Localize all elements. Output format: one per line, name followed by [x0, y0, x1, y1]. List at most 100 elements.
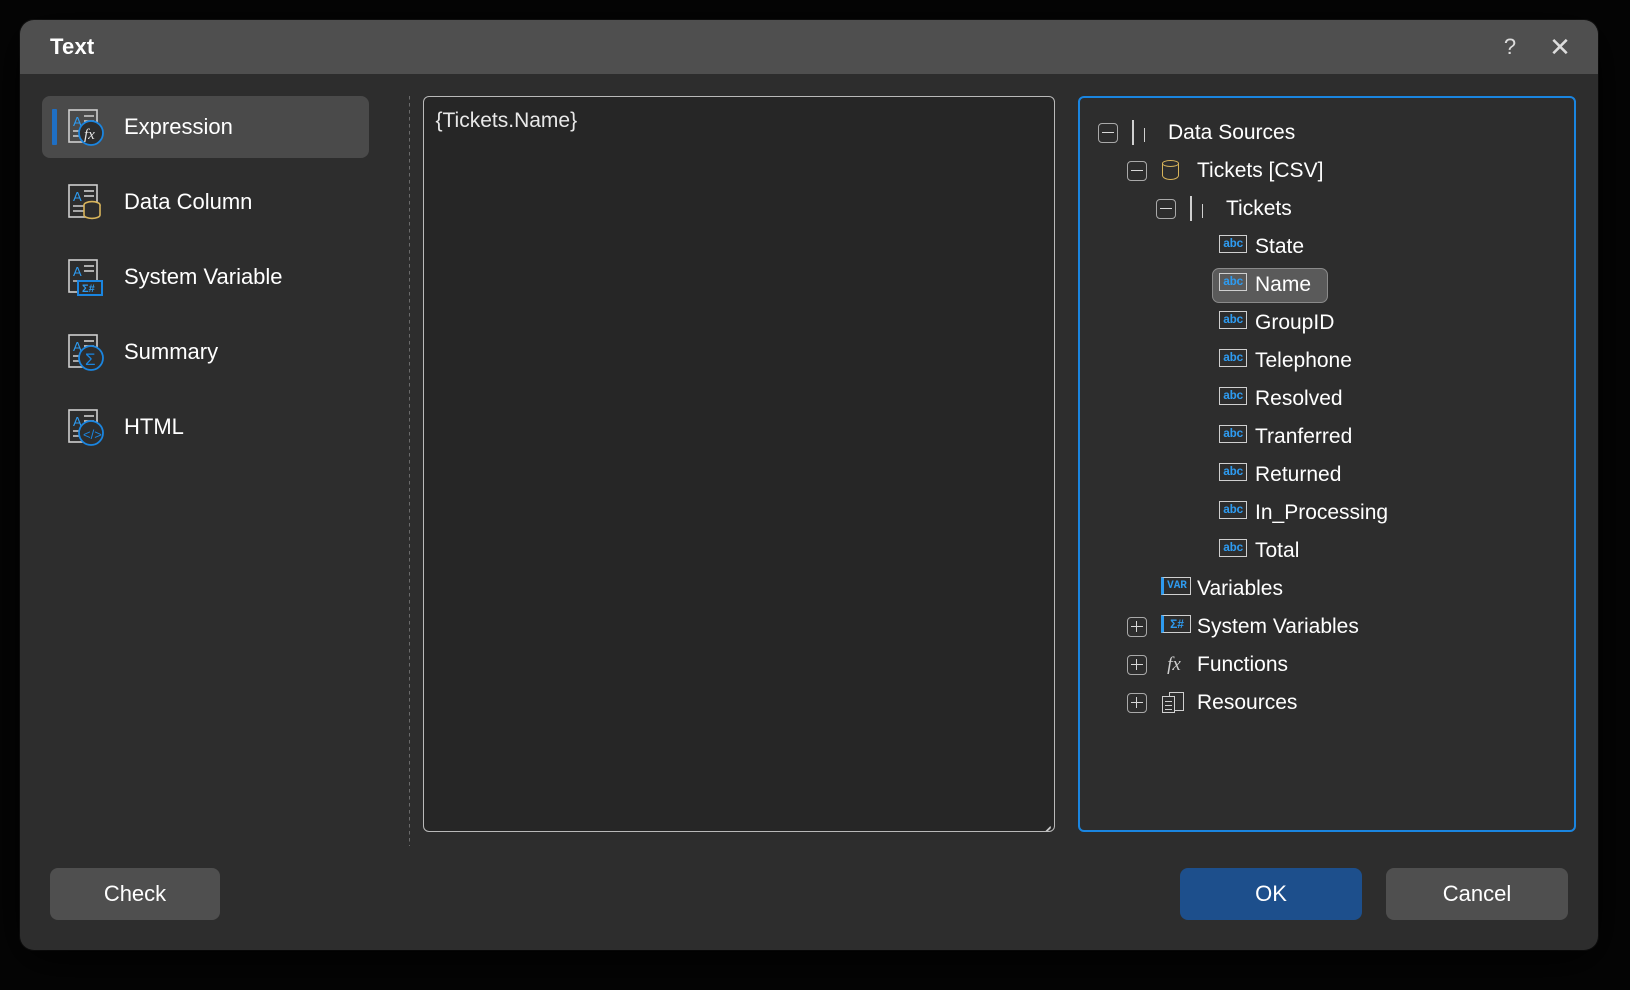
svg-text:A: A [73, 189, 82, 204]
data-column-icon: A [64, 179, 110, 225]
abc-field-icon: abc [1219, 235, 1247, 259]
abc-field-icon: abc [1219, 501, 1247, 525]
sidebar-item-data-column[interactable]: A Data Column [42, 171, 369, 233]
sidebar-item-label: Data Column [124, 189, 253, 214]
sidebar-item-html[interactable]: A </> HTML [42, 396, 369, 458]
abc-field-icon: abc [1219, 273, 1247, 297]
text-expression-dialog: Text ? ✕ A fx Expression A Data Column A… [20, 20, 1598, 950]
tree-node-label: GroupID [1255, 310, 1335, 334]
abc-field-icon: abc [1219, 425, 1247, 449]
expand-toggle-icon[interactable] [1127, 617, 1147, 637]
tree-node[interactable]: Σ# System Variables [1090, 608, 1564, 646]
tree-node[interactable]: abc Telephone [1090, 342, 1564, 380]
dialog-footer: Check OK Cancel [20, 854, 1598, 950]
tree-node-label: Data Sources [1168, 120, 1296, 144]
sidebar-item-summary[interactable]: A Σ Summary [42, 321, 369, 383]
tree-node[interactable]: abc In_Processing [1090, 494, 1564, 532]
tree-node-label: Total [1255, 538, 1300, 562]
tree-node-label: Tickets [CSV] [1197, 158, 1324, 182]
screen: Text ? ✕ A fx Expression A Data Column A… [0, 0, 1630, 990]
grid-icon [1190, 196, 1216, 221]
var-icon: VAR [1161, 577, 1191, 601]
tree-node[interactable]: Tickets [CSV] [1090, 152, 1564, 190]
tree-node-label: Resolved [1255, 386, 1343, 410]
expression-value[interactable]: {Tickets.Name} [436, 107, 1042, 134]
data-sources-tree[interactable]: Data Sources Tickets [CSV] Tickets abc State… [1078, 96, 1576, 832]
tree-node[interactable]: abc Tranferred [1090, 418, 1564, 456]
close-icon[interactable]: ✕ [1538, 25, 1582, 69]
abc-field-icon: abc [1219, 463, 1247, 487]
tree-node-label: Tranferred [1255, 424, 1353, 448]
tree-node-label: Name [1255, 272, 1312, 296]
html-code-icon: A </> [64, 404, 110, 450]
tree-node-label: State [1255, 234, 1305, 258]
resize-handle[interactable] [1035, 812, 1051, 831]
mode-sidebar: A fx Expression A Data Column A Σ# Syste… [42, 96, 387, 854]
resources-icon [1161, 691, 1187, 715]
tree-node[interactable]: abc Name [1090, 266, 1564, 304]
tree-node[interactable]: abc State [1090, 228, 1564, 266]
tree-node[interactable]: abc Total [1090, 532, 1564, 570]
tree-node-label: In_Processing [1255, 500, 1389, 524]
svg-text:Σ: Σ [85, 350, 96, 369]
expand-toggle-icon[interactable] [1127, 693, 1147, 713]
dialog-title: Text [50, 34, 95, 59]
system-variable-icon: A Σ# [64, 254, 110, 300]
tree-node-label: System Variables [1197, 614, 1359, 638]
tree-node-label: Functions [1197, 652, 1289, 676]
tree-node[interactable]: VAR Variables [1090, 570, 1564, 608]
svg-text:Σ#: Σ# [82, 283, 95, 295]
sidebar-item-expression[interactable]: A fx Expression [42, 96, 369, 158]
tree-node-label: Variables [1197, 576, 1283, 600]
cancel-button[interactable]: Cancel [1386, 868, 1568, 920]
abc-field-icon: abc [1219, 387, 1247, 411]
grid-icon [1132, 120, 1158, 145]
sidebar-item-label: Expression [124, 114, 233, 139]
help-icon[interactable]: ? [1488, 25, 1532, 69]
sidebar-item-label: System Variable [124, 264, 283, 289]
tree-node[interactable]: abc Returned [1090, 456, 1564, 494]
panel-divider [409, 96, 410, 846]
sidebar-item-label: Summary [124, 339, 219, 364]
fx-icon: fx [1167, 653, 1181, 675]
ok-button[interactable]: OK [1180, 868, 1362, 920]
dialog-titlebar: Text ? ✕ [20, 20, 1598, 74]
sidebar-item-system-variable[interactable]: A Σ# System Variable [42, 246, 369, 308]
tree-node-label: Resources [1197, 690, 1298, 714]
tree-node-label: Tickets [1226, 196, 1292, 220]
expression-fx-icon: A fx [64, 104, 110, 150]
tree-node-label: Returned [1255, 462, 1342, 486]
dialog-body: A fx Expression A Data Column A Σ# Syste… [20, 74, 1598, 854]
tree-node[interactable]: Resources [1090, 684, 1564, 722]
tree-node[interactable]: fx Functions [1090, 646, 1564, 684]
check-button[interactable]: Check [50, 868, 220, 920]
svg-text:fx: fx [84, 127, 95, 143]
tree-node-label: Telephone [1255, 348, 1352, 372]
sigma-hash-icon: Σ# [1161, 615, 1191, 639]
expand-toggle-icon[interactable] [1127, 655, 1147, 675]
collapse-toggle-icon[interactable] [1098, 123, 1118, 143]
tree-node[interactable]: Data Sources [1090, 114, 1564, 152]
database-icon [1161, 159, 1187, 183]
expression-textarea[interactable]: {Tickets.Name} [422, 96, 1055, 832]
svg-text:A: A [73, 264, 82, 279]
tree-node[interactable]: abc Resolved [1090, 380, 1564, 418]
svg-text:</>: </> [83, 427, 102, 442]
tree-node[interactable]: Tickets [1090, 190, 1564, 228]
sidebar-item-label: HTML [124, 414, 184, 439]
collapse-toggle-icon[interactable] [1127, 161, 1147, 181]
collapse-toggle-icon[interactable] [1156, 199, 1176, 219]
abc-field-icon: abc [1219, 311, 1247, 335]
tree-node[interactable]: abc GroupID [1090, 304, 1564, 342]
abc-field-icon: abc [1219, 539, 1247, 563]
